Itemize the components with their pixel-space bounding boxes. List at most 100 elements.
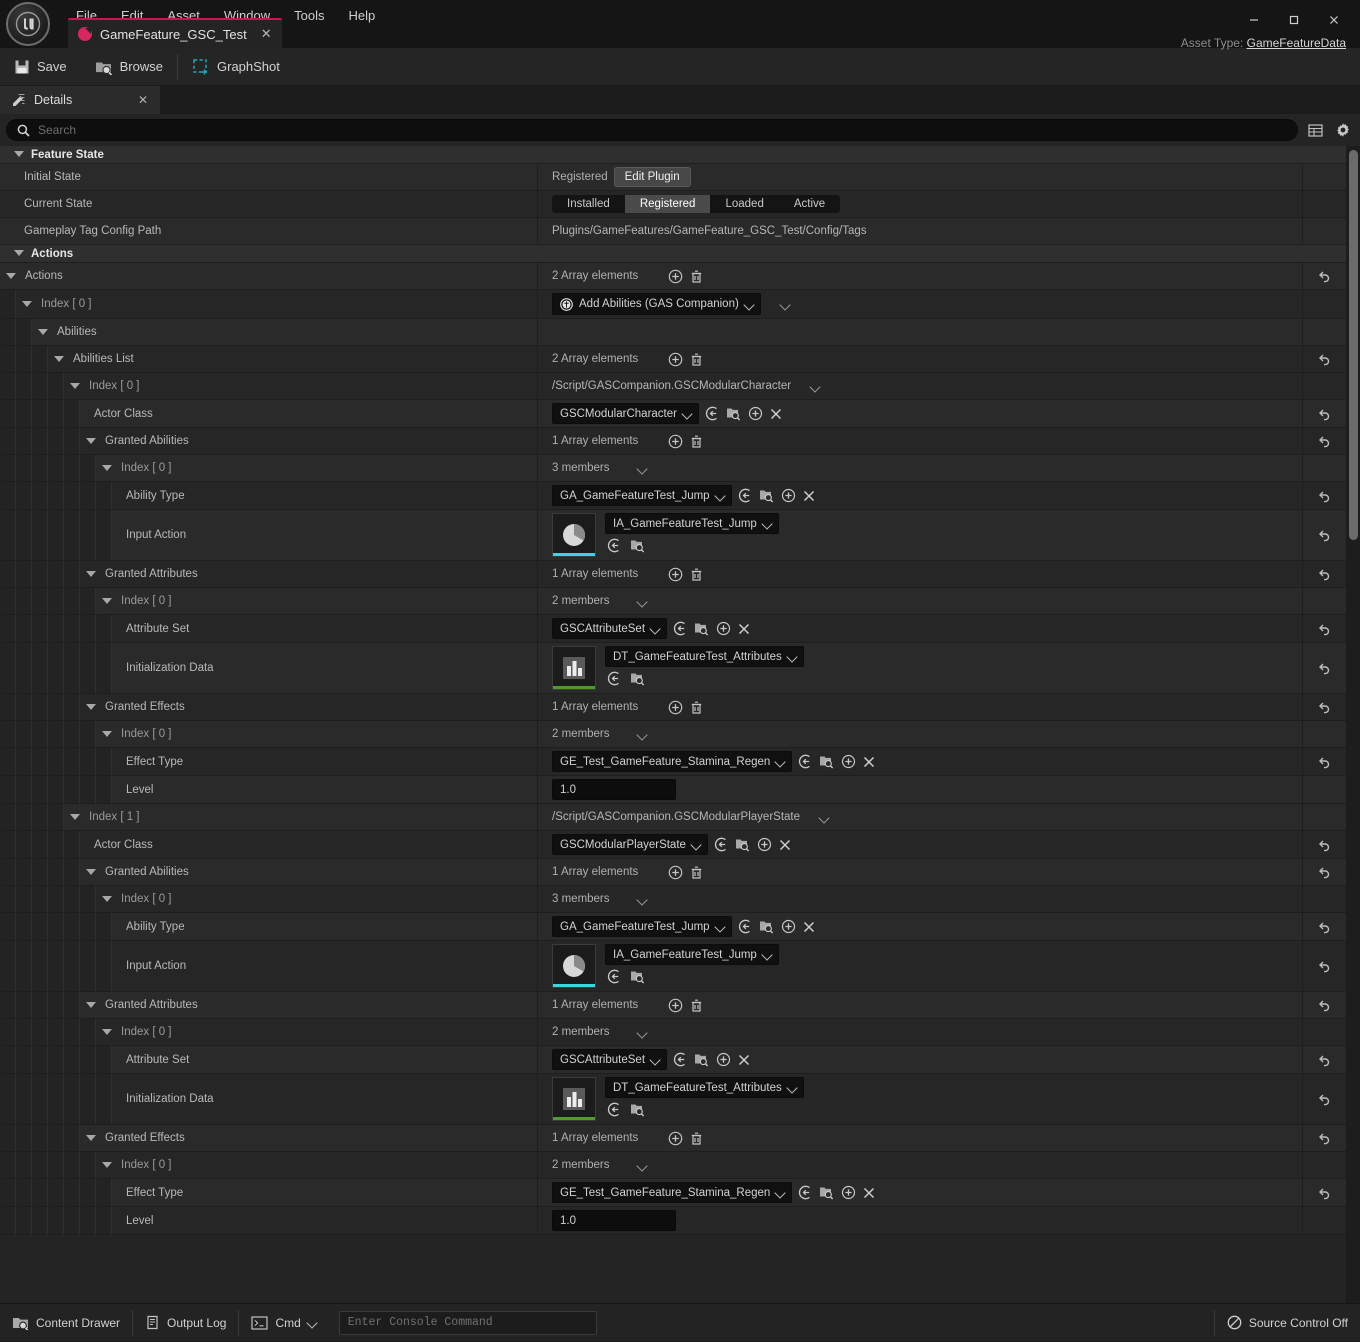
console-command-box[interactable] bbox=[338, 1310, 597, 1335]
browse-asset-icon[interactable] bbox=[726, 406, 742, 421]
state-option-registered[interactable]: Registered bbox=[624, 195, 711, 213]
chevron-down-icon[interactable] bbox=[6, 271, 17, 282]
initialization-data-dropdown[interactable]: DT_GameFeatureTest_Attributes bbox=[605, 1077, 804, 1098]
close-icon[interactable]: ✕ bbox=[138, 93, 148, 107]
content-drawer-button[interactable]: Content Drawer bbox=[0, 1310, 132, 1336]
menu-item-tools[interactable]: Tools bbox=[282, 4, 336, 27]
attribute-set-dropdown[interactable]: GSCAttributeSet bbox=[552, 1049, 668, 1070]
add-element-icon[interactable] bbox=[668, 1131, 683, 1146]
edit-plugin-button[interactable]: Edit Plugin bbox=[613, 167, 691, 187]
pie-chart-thumbnail[interactable] bbox=[552, 944, 596, 988]
chevron-down-icon[interactable] bbox=[22, 299, 33, 310]
effect-type-dropdown[interactable]: GE_Test_GameFeature_Stamina_Regen bbox=[552, 751, 793, 772]
console-command-input[interactable] bbox=[347, 1316, 588, 1329]
use-selected-asset-icon[interactable] bbox=[673, 1052, 688, 1067]
add-element-icon[interactable] bbox=[668, 269, 683, 284]
chevron-down-icon[interactable] bbox=[70, 381, 81, 392]
delete-all-icon[interactable] bbox=[689, 269, 704, 284]
chevron-down-icon[interactable] bbox=[54, 354, 65, 365]
reset-cell[interactable] bbox=[1302, 482, 1346, 509]
delete-all-icon[interactable] bbox=[689, 700, 704, 715]
state-option-loaded[interactable]: Loaded bbox=[710, 195, 778, 213]
browse-asset-icon[interactable] bbox=[694, 621, 710, 636]
chevron-down-icon[interactable] bbox=[70, 812, 81, 823]
chevron-down-icon[interactable] bbox=[86, 1000, 97, 1011]
chevron-down-icon[interactable] bbox=[86, 1133, 97, 1144]
reset-cell[interactable] bbox=[1302, 1125, 1346, 1151]
pie-chart-thumbnail[interactable] bbox=[552, 513, 596, 557]
new-asset-icon[interactable] bbox=[716, 621, 731, 636]
use-selected-asset-icon[interactable] bbox=[607, 671, 622, 686]
action-type-dropdown[interactable]: Add Abilities (GAS Companion) bbox=[552, 293, 761, 315]
clear-asset-icon[interactable] bbox=[737, 1053, 751, 1067]
chevron-down-icon[interactable] bbox=[638, 895, 647, 904]
output-log-button[interactable]: Output Log bbox=[133, 1310, 238, 1336]
bar-chart-thumbnail[interactable] bbox=[552, 646, 596, 690]
clear-asset-icon[interactable] bbox=[862, 755, 876, 769]
new-asset-icon[interactable] bbox=[748, 406, 763, 421]
chevron-down-icon[interactable] bbox=[811, 382, 820, 391]
chevron-down-icon[interactable] bbox=[38, 327, 49, 338]
tab-details[interactable]: Details ✕ bbox=[0, 86, 160, 114]
chevron-down-icon[interactable] bbox=[14, 149, 25, 160]
actor-class-dropdown[interactable]: GSCModularPlayerState bbox=[552, 834, 708, 855]
level-input[interactable]: 1.0 bbox=[552, 1210, 676, 1231]
chevron-down-icon[interactable] bbox=[86, 867, 97, 878]
chevron-down-icon[interactable] bbox=[102, 596, 113, 607]
new-asset-icon[interactable] bbox=[841, 1185, 856, 1200]
add-element-icon[interactable] bbox=[668, 567, 683, 582]
browse-asset-icon[interactable] bbox=[630, 671, 646, 686]
browse-asset-icon[interactable] bbox=[630, 538, 646, 553]
chevron-down-icon[interactable] bbox=[102, 894, 113, 905]
state-option-installed[interactable]: Installed bbox=[552, 195, 625, 213]
use-selected-asset-icon[interactable] bbox=[798, 1185, 813, 1200]
details-scrollbar[interactable] bbox=[1346, 146, 1360, 1303]
delete-all-icon[interactable] bbox=[689, 865, 704, 880]
new-asset-icon[interactable] bbox=[716, 1052, 731, 1067]
clear-asset-icon[interactable] bbox=[769, 407, 783, 421]
chevron-down-icon[interactable] bbox=[102, 463, 113, 474]
initialization-data-dropdown[interactable]: DT_GameFeatureTest_Attributes bbox=[605, 646, 804, 667]
reset-cell[interactable] bbox=[1302, 748, 1346, 775]
browse-asset-icon[interactable] bbox=[819, 754, 835, 769]
reset-cell[interactable] bbox=[1302, 1179, 1346, 1206]
close-icon[interactable]: ✕ bbox=[261, 26, 272, 42]
settings-gear-button[interactable] bbox=[1332, 119, 1354, 141]
delete-all-icon[interactable] bbox=[689, 998, 704, 1013]
chevron-down-icon[interactable] bbox=[86, 569, 97, 580]
browse-asset-icon[interactable] bbox=[759, 919, 775, 934]
delete-all-icon[interactable] bbox=[689, 567, 704, 582]
chevron-down-icon[interactable] bbox=[820, 813, 829, 822]
reset-cell[interactable] bbox=[1302, 1046, 1346, 1073]
category-feature-state[interactable]: Feature State bbox=[0, 146, 1346, 164]
column-view-button[interactable] bbox=[1304, 119, 1326, 141]
use-selected-asset-icon[interactable] bbox=[673, 621, 688, 636]
asset-tab-gamefeature-gsc-test[interactable]: GameFeature_GSC_Test ✕ bbox=[68, 18, 282, 48]
browse-asset-icon[interactable] bbox=[759, 488, 775, 503]
bar-chart-thumbnail[interactable] bbox=[552, 1077, 596, 1121]
level-input[interactable]: 1.0 bbox=[552, 779, 676, 800]
category-actions[interactable]: Actions bbox=[0, 245, 1346, 263]
reset-cell[interactable] bbox=[1302, 859, 1346, 885]
attribute-set-dropdown[interactable]: GSCAttributeSet bbox=[552, 618, 668, 639]
chevron-down-icon[interactable] bbox=[638, 1028, 647, 1037]
delete-all-icon[interactable] bbox=[689, 1131, 704, 1146]
graphshot-button[interactable]: GraphShot bbox=[178, 48, 294, 86]
reset-cell[interactable] bbox=[1302, 643, 1346, 693]
chevron-down-icon[interactable] bbox=[86, 436, 97, 447]
close-window-button[interactable] bbox=[1314, 6, 1354, 34]
reset-cell[interactable] bbox=[1302, 992, 1346, 1018]
browse-asset-icon[interactable] bbox=[630, 969, 646, 984]
clear-asset-icon[interactable] bbox=[862, 1186, 876, 1200]
use-selected-asset-icon[interactable] bbox=[714, 837, 729, 852]
scrollbar-thumb[interactable] bbox=[1349, 150, 1358, 540]
use-selected-asset-icon[interactable] bbox=[738, 488, 753, 503]
browse-asset-icon[interactable] bbox=[630, 1102, 646, 1117]
state-option-active[interactable]: Active bbox=[779, 195, 840, 213]
reset-cell[interactable] bbox=[1302, 510, 1346, 560]
reset-cell[interactable] bbox=[1302, 831, 1346, 858]
chevron-down-icon[interactable] bbox=[86, 702, 97, 713]
reset-cell[interactable] bbox=[1302, 694, 1346, 720]
add-element-icon[interactable] bbox=[668, 434, 683, 449]
chevron-down-icon[interactable] bbox=[638, 1161, 647, 1170]
